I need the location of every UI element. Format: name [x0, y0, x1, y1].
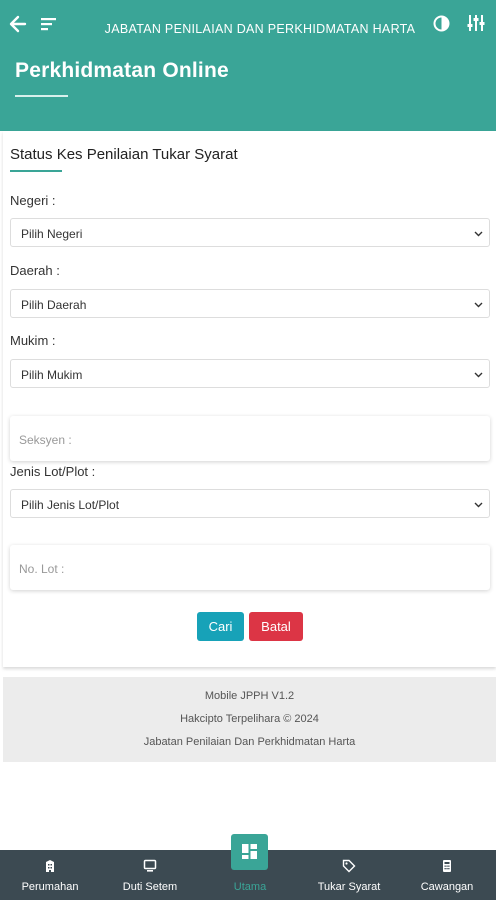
daerah-select[interactable]: Pilih Daerah [10, 289, 490, 318]
nav-duti-setem[interactable]: Duti Setem [100, 850, 200, 900]
nav-label: Perumahan [21, 881, 79, 893]
app-header: JABATAN PENILAIAN DAN PERKHIDMATAN HARTA… [0, 0, 496, 131]
page-title: Perkhidmatan Online [15, 59, 229, 82]
home-dashboard-button[interactable] [231, 834, 268, 870]
chevron-down-icon [474, 372, 483, 378]
cancel-button[interactable]: Batal [249, 612, 303, 641]
jenis-lot-select-value: Pilih Jenis Lot/Plot [21, 498, 120, 512]
copyright: Hakcipto Terpelihara © 2024 [180, 713, 319, 725]
app-footer: Mobile JPPH V1.2 Hakcipto Terpelihara © … [3, 677, 496, 762]
jenis-lot-select[interactable]: Pilih Jenis Lot/Plot [10, 489, 490, 518]
jenis-lot-label: Jenis Lot/Plot : [10, 464, 96, 479]
dashboard-icon [242, 844, 257, 859]
nav-label: Tukar Syarat [317, 881, 381, 893]
title-underline [15, 95, 68, 97]
chevron-down-icon [474, 231, 483, 237]
section-underline [10, 170, 62, 172]
nav-label: Cawangan [420, 881, 474, 893]
phone-icon [443, 860, 451, 872]
nav-label: Duti Setem [122, 881, 178, 893]
agency-title: JABATAN PENILAIAN DAN PERKHIDMATAN HARTA [104, 22, 416, 36]
chevron-down-icon [474, 502, 483, 508]
mukim-select-value: Pilih Mukim [21, 368, 83, 382]
computer-icon [143, 859, 157, 872]
nav-label: Utama [233, 881, 267, 893]
nav-tukar-syarat[interactable]: Tukar Syarat [300, 850, 398, 900]
daerah-label: Daerah : [10, 263, 60, 278]
no-lot-placeholder: No. Lot : [19, 562, 65, 576]
seksyen-placeholder: Seksyen : [19, 433, 72, 447]
nav-perumahan[interactable]: Perumahan [0, 850, 100, 900]
nav-cawangan[interactable]: Cawangan [398, 850, 496, 900]
chevron-down-icon [474, 302, 483, 308]
agency-name: Jabatan Penilaian Dan Perkhidmatan Harta [143, 736, 356, 748]
search-form-card: Status Kes Penilaian Tukar Syarat Negeri… [3, 131, 496, 667]
no-lot-input[interactable]: No. Lot : [10, 545, 490, 590]
sort-icon[interactable] [40, 15, 58, 33]
negeri-select-value: Pilih Negeri [21, 227, 83, 241]
search-button[interactable]: Cari [197, 612, 244, 641]
mukim-select[interactable]: Pilih Mukim [10, 359, 490, 388]
tune-icon[interactable] [466, 13, 486, 33]
section-title: Status Kes Penilaian Tukar Syarat [10, 146, 238, 163]
daerah-select-value: Pilih Daerah [21, 298, 87, 312]
mukim-label: Mukim : [10, 333, 56, 348]
app-version: Mobile JPPH V1.2 [204, 690, 295, 702]
tag-icon [342, 859, 356, 873]
negeri-select[interactable]: Pilih Negeri [10, 218, 490, 247]
seksyen-input[interactable]: Seksyen : [10, 416, 490, 461]
building-icon [46, 860, 54, 872]
back-arrow-icon[interactable] [9, 13, 27, 35]
contrast-icon[interactable] [433, 15, 450, 32]
negeri-label: Negeri : [10, 193, 56, 208]
